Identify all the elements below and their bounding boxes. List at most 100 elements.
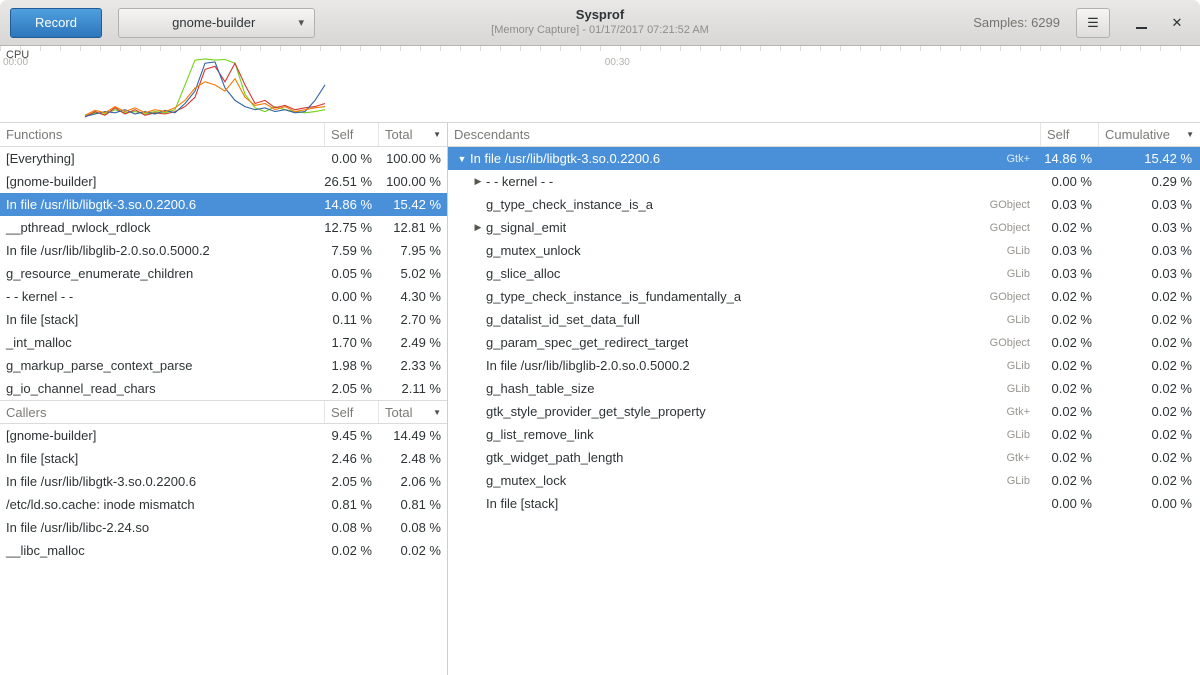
caller-row[interactable]: In file /usr/lib/libc-2.24.so0.08 %0.08 … (0, 516, 447, 539)
descendant-row[interactable]: g_type_check_instance_is_aGObject0.03 %0… (448, 193, 1200, 216)
column-header-descendants[interactable]: Descendants (448, 123, 1040, 146)
function-row[interactable]: - - kernel - -0.00 %4.30 % (0, 285, 447, 308)
expander-icon[interactable]: ▶ (470, 222, 486, 233)
functions-table-header: Functions Self Total ▼ (0, 123, 447, 147)
descendant-row[interactable]: In file /usr/lib/libglib-2.0.so.0.5000.2… (448, 354, 1200, 377)
function-row[interactable]: In file /usr/lib/libgtk-3.so.0.2200.614.… (0, 193, 447, 216)
descendant-row[interactable]: g_mutex_lockGLib0.02 %0.02 % (448, 469, 1200, 492)
total-percent: 0.02 % (378, 543, 447, 558)
self-percent: 0.02 % (1040, 427, 1098, 442)
column-header-functions[interactable]: Functions (0, 123, 324, 146)
function-name: - - kernel - - (486, 174, 553, 189)
cpu-usage-chart (0, 46, 1200, 123)
descendant-label-cell: ▶- - kernel - - (448, 174, 1040, 189)
descendant-row[interactable]: gtk_widget_path_lengthGtk+0.02 %0.02 % (448, 446, 1200, 469)
function-row[interactable]: In file /usr/lib/libglib-2.0.so.0.5000.2… (0, 239, 447, 262)
total-percent: 0.08 % (378, 520, 447, 535)
minimize-button[interactable] (1128, 8, 1154, 38)
cumulative-percent: 0.03 % (1098, 266, 1200, 281)
descendant-row[interactable]: ▼In file /usr/lib/libgtk-3.so.0.2200.6Gt… (448, 147, 1200, 170)
function-row[interactable]: In file [stack]0.11 %2.70 % (0, 308, 447, 331)
descendant-label-cell: g_hash_table_sizeGLib (448, 381, 1040, 396)
descendant-row[interactable]: gtk_style_provider_get_style_propertyGtk… (448, 400, 1200, 423)
column-header-total[interactable]: Total ▼ (378, 401, 447, 423)
self-percent: 0.03 % (1040, 197, 1098, 212)
descendant-row[interactable]: g_hash_table_sizeGLib0.02 %0.02 % (448, 377, 1200, 400)
caller-row[interactable]: [gnome-builder]9.45 %14.49 % (0, 424, 447, 447)
total-percent: 0.81 % (378, 497, 447, 512)
cumulative-percent: 0.02 % (1098, 335, 1200, 350)
function-name: [gnome-builder] (0, 428, 324, 443)
total-percent: 2.33 % (378, 358, 447, 373)
expander-icon[interactable]: ▶ (470, 176, 486, 187)
process-selector-dropdown[interactable]: gnome-builder ▾ (118, 8, 315, 38)
self-percent: 0.02 % (1040, 450, 1098, 465)
function-row[interactable]: __pthread_rwlock_rdlock12.75 %12.81 % (0, 216, 447, 239)
function-name: [gnome-builder] (0, 174, 324, 189)
column-header-label: Functions (6, 127, 62, 142)
descendant-label-cell: g_type_check_instance_is_aGObject (448, 197, 1040, 212)
descendant-row[interactable]: g_param_spec_get_redirect_targetGObject 0… (448, 331, 1200, 354)
descendant-label-cell: ▼In file /usr/lib/libgtk-3.so.0.2200.6Gt… (448, 151, 1040, 166)
function-name: In file /usr/lib/libgtk-3.so.0.2200.6 (0, 197, 324, 212)
descendant-row[interactable]: In file [stack]0.00 %0.00 % (448, 492, 1200, 515)
cumulative-percent: 0.02 % (1098, 289, 1200, 304)
callers-table: [gnome-builder]9.45 %14.49 %In file [sta… (0, 424, 447, 562)
cumulative-percent: 15.42 % (1098, 151, 1200, 166)
cumulative-percent: 0.03 % (1098, 243, 1200, 258)
cumulative-percent: 0.02 % (1098, 450, 1200, 465)
total-percent: 12.81 % (378, 220, 447, 235)
column-header-self[interactable]: Self (324, 401, 378, 423)
column-header-label: Cumulative (1105, 127, 1170, 142)
timeline-graph[interactable]: CPU 00:00 00:30 (0, 46, 1200, 123)
caller-row[interactable]: In file [stack]2.46 %2.48 % (0, 447, 447, 470)
library-category-label: GObject (990, 222, 1040, 234)
function-row[interactable]: [Everything]0.00 %100.00 % (0, 147, 447, 170)
descendant-row[interactable]: g_mutex_unlockGLib0.03 %0.03 % (448, 239, 1200, 262)
total-percent: 100.00 % (378, 174, 447, 189)
descendant-row[interactable]: g_slice_allocGLib0.03 %0.03 % (448, 262, 1200, 285)
function-name: In file /usr/lib/libglib-2.0.so.0.5000.2 (486, 358, 690, 373)
function-row[interactable]: [gnome-builder]26.51 %100.00 % (0, 170, 447, 193)
function-row[interactable]: g_io_channel_read_chars2.05 %2.11 % (0, 377, 447, 400)
column-header-cumulative[interactable]: Cumulative ▼ (1098, 123, 1200, 146)
descendant-label-cell: gtk_widget_path_lengthGtk+ (448, 450, 1040, 465)
close-button[interactable]: ✕ (1164, 8, 1190, 38)
descendant-label-cell: g_type_check_instance_is_fundamentally_a… (448, 289, 1040, 304)
expander-icon[interactable]: ▼ (454, 154, 470, 164)
descendant-row[interactable]: ▶- - kernel - -0.00 %0.29 % (448, 170, 1200, 193)
library-category-label: GLib (1007, 245, 1040, 257)
caller-row[interactable]: In file /usr/lib/libgtk-3.so.0.2200.62.0… (0, 470, 447, 493)
menu-button[interactable]: ☰ (1076, 8, 1110, 38)
function-name: g_slice_alloc (486, 266, 560, 281)
descendant-row[interactable]: g_datalist_id_set_data_fullGLib0.02 %0.0… (448, 308, 1200, 331)
column-header-self[interactable]: Self (324, 123, 378, 146)
cumulative-percent: 0.02 % (1098, 427, 1200, 442)
descendant-row[interactable]: ▶g_signal_emitGObject0.02 %0.03 % (448, 216, 1200, 239)
caller-row[interactable]: __libc_malloc0.02 %0.02 % (0, 539, 447, 562)
function-row[interactable]: g_markup_parse_context_parse1.98 %2.33 % (0, 354, 447, 377)
self-percent: 14.86 % (1040, 151, 1098, 166)
caller-row[interactable]: /etc/ld.so.cache: inode mismatch0.81 %0.… (0, 493, 447, 516)
cumulative-percent: 0.02 % (1098, 404, 1200, 419)
self-percent: 0.02 % (1040, 358, 1098, 373)
self-percent: 7.59 % (324, 243, 378, 258)
total-percent: 2.06 % (378, 474, 447, 489)
cumulative-percent: 0.02 % (1098, 312, 1200, 327)
function-row[interactable]: _int_malloc1.70 %2.49 % (0, 331, 447, 354)
column-header-total[interactable]: Total ▼ (378, 123, 447, 146)
function-row[interactable]: g_resource_enumerate_children0.05 %5.02 … (0, 262, 447, 285)
library-category-label: GLib (1007, 383, 1040, 395)
column-header-callers[interactable]: Callers (0, 401, 324, 423)
descendant-row[interactable]: g_list_remove_linkGLib0.02 %0.02 % (448, 423, 1200, 446)
column-header-self[interactable]: Self (1040, 123, 1098, 146)
self-percent: 0.00 % (1040, 496, 1098, 511)
total-percent: 100.00 % (378, 151, 447, 166)
descendant-label-cell: In file [stack] (448, 496, 1040, 511)
function-name: __libc_malloc (0, 543, 324, 558)
descendant-label-cell: g_param_spec_get_redirect_targetGObject (448, 335, 1040, 350)
total-percent: 2.70 % (378, 312, 447, 327)
descendant-row[interactable]: g_type_check_instance_is_fundamentally_a… (448, 285, 1200, 308)
record-button[interactable]: Record (10, 8, 102, 38)
self-percent: 0.02 % (1040, 220, 1098, 235)
